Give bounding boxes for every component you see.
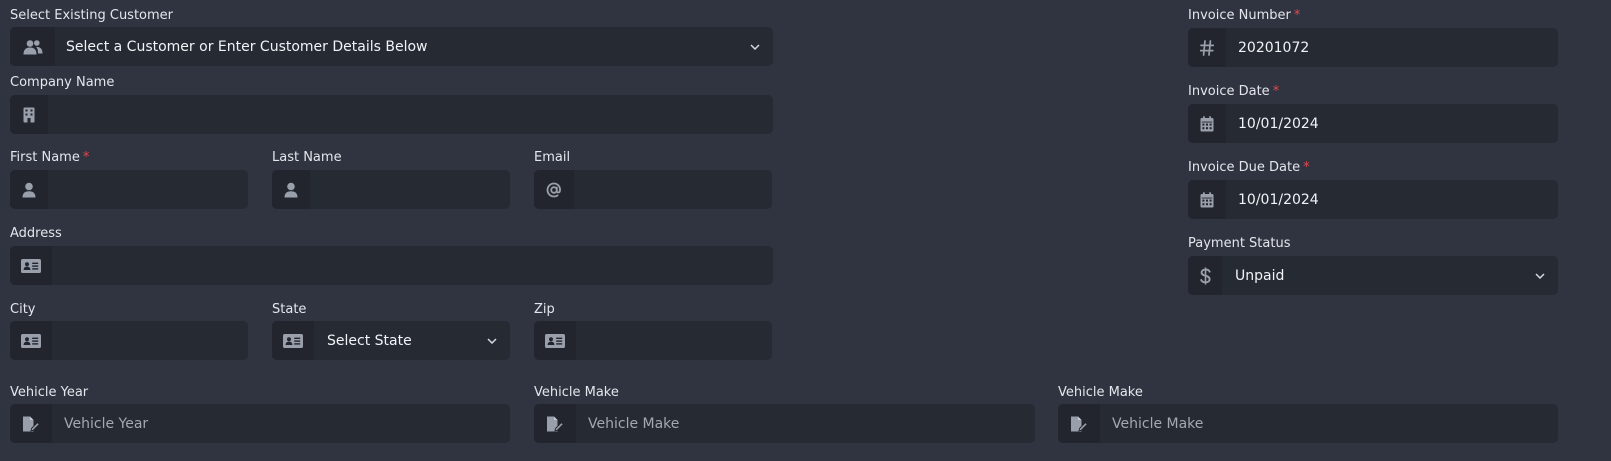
- id-card-icon: [10, 321, 52, 360]
- vehicle-make-2-field[interactable]: Vehicle Make: [1058, 404, 1558, 443]
- vehicle-make-2-label: Vehicle Make: [1058, 385, 1143, 401]
- company-name-label-text: Company Name: [10, 75, 115, 90]
- first-name-label: First Name *: [10, 150, 89, 166]
- address-input: [52, 246, 773, 285]
- invoice-number-label-text: Invoice Number: [1188, 8, 1291, 23]
- vehicle-year-label-text: Vehicle Year: [10, 385, 89, 400]
- chevron-down-icon: [474, 321, 510, 360]
- last-name-input: [310, 170, 510, 209]
- vehicle-make-field[interactable]: Vehicle Make: [534, 404, 1035, 443]
- payment-status-label: Payment Status: [1188, 236, 1290, 252]
- vehicle-make-label: Vehicle Make: [534, 385, 619, 401]
- hash-icon: [1188, 28, 1226, 67]
- file-edit-icon: [534, 404, 576, 443]
- chevron-down-icon: [737, 27, 773, 66]
- last-name-label-text: Last Name: [272, 150, 342, 165]
- vehicle-make-label-text: Vehicle Make: [534, 385, 619, 400]
- id-card-icon: [272, 321, 314, 360]
- company-name-field[interactable]: [10, 95, 773, 134]
- company-name-input: [48, 95, 773, 134]
- invoice-due-date-input: 10/01/2024: [1238, 191, 1319, 208]
- calendar-icon: [1188, 104, 1226, 143]
- address-label-text: Address: [10, 226, 62, 241]
- state-select-value: Select State: [327, 332, 412, 349]
- user-icon: [272, 170, 310, 209]
- customer-label-text: Select Existing Customer: [10, 8, 174, 23]
- id-card-icon: [10, 246, 52, 285]
- zip-label-text: Zip: [534, 302, 555, 317]
- invoice-date-label-text: Invoice Date: [1188, 84, 1270, 99]
- company-name-label: Company Name: [10, 75, 114, 91]
- calendar-icon: [1188, 180, 1226, 219]
- city-input: [52, 321, 248, 360]
- vehicle-make-input: Vehicle Make: [588, 415, 680, 432]
- email-field[interactable]: [534, 170, 772, 209]
- invoice-due-date-field[interactable]: 10/01/2024: [1188, 180, 1558, 219]
- city-field[interactable]: [10, 321, 248, 360]
- dollar-icon: [1188, 256, 1222, 295]
- state-label: State: [272, 302, 306, 318]
- customer-select[interactable]: Select a Customer or Enter Customer Deta…: [10, 27, 773, 66]
- first-name-field[interactable]: [10, 170, 248, 209]
- email-input: [574, 170, 772, 209]
- required-asterisk: *: [1303, 160, 1310, 175]
- customer-select-value: Select a Customer or Enter Customer Deta…: [66, 38, 428, 55]
- state-label-text: State: [272, 302, 307, 317]
- invoice-number-field[interactable]: 20201072: [1188, 28, 1558, 67]
- payment-status-select[interactable]: Unpaid: [1188, 256, 1558, 295]
- file-edit-icon: [1058, 404, 1100, 443]
- state-select[interactable]: Select State: [272, 321, 510, 360]
- city-label: City: [10, 302, 35, 318]
- vehicle-year-field[interactable]: Vehicle Year: [10, 404, 510, 443]
- users-icon: [10, 27, 55, 66]
- invoice-date-label: Invoice Date *: [1188, 84, 1279, 100]
- invoice-number-label: Invoice Number *: [1188, 8, 1300, 24]
- email-label: Email: [534, 150, 570, 166]
- vehicle-make-2-input: Vehicle Make: [1112, 415, 1204, 432]
- city-label-text: City: [10, 302, 36, 317]
- payment-status-label-text: Payment Status: [1188, 236, 1291, 251]
- required-asterisk: *: [1272, 84, 1280, 99]
- required-asterisk: *: [1293, 8, 1301, 23]
- vehicle-year-input: Vehicle Year: [64, 415, 149, 432]
- first-name-label-text: First Name: [10, 150, 80, 165]
- building-icon: [10, 95, 48, 134]
- vehicle-year-label: Vehicle Year: [10, 385, 88, 401]
- zip-label: Zip: [534, 302, 555, 318]
- last-name-label: Last Name: [272, 150, 342, 166]
- invoice-due-date-label-text: Invoice Due Date: [1188, 160, 1301, 175]
- invoice-number-input: 20201072: [1238, 39, 1310, 56]
- zip-field[interactable]: [534, 321, 772, 360]
- invoice-due-date-label: Invoice Due Date *: [1188, 160, 1310, 176]
- last-name-field[interactable]: [272, 170, 510, 209]
- id-card-icon: [534, 321, 576, 360]
- at-icon: [534, 170, 574, 209]
- payment-status-value: Unpaid: [1235, 267, 1285, 284]
- invoice-date-field[interactable]: 10/01/2024: [1188, 104, 1558, 143]
- email-label-text: Email: [534, 150, 571, 165]
- zip-input: [576, 321, 772, 360]
- address-label: Address: [10, 226, 62, 242]
- vehicle-make-2-label-text: Vehicle Make: [1058, 385, 1143, 400]
- user-icon: [10, 170, 48, 209]
- chevron-down-icon: [1522, 256, 1558, 295]
- first-name-input: [48, 170, 248, 209]
- address-field[interactable]: [10, 246, 773, 285]
- invoice-date-input: 10/01/2024: [1238, 115, 1319, 132]
- required-asterisk: *: [82, 150, 90, 165]
- customer-label: Select Existing Customer: [10, 8, 173, 24]
- file-edit-icon: [10, 404, 52, 443]
